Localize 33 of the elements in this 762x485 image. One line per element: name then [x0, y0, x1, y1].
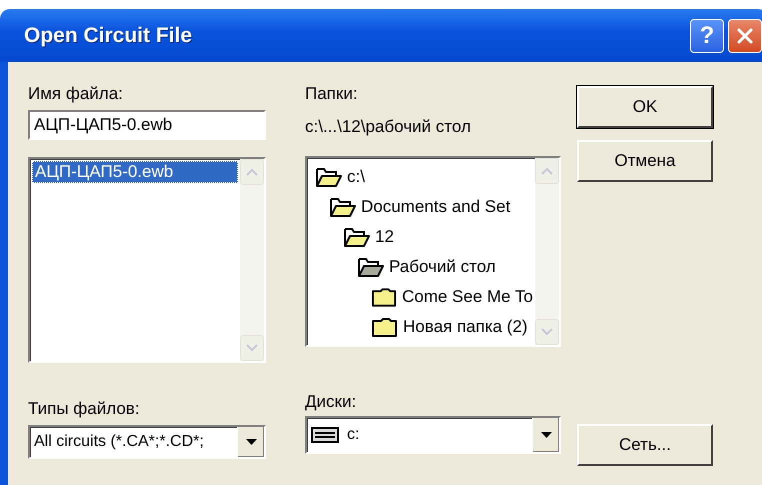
- folder-item[interactable]: Новая папка (2): [309, 312, 533, 342]
- drive-icon: [311, 427, 339, 443]
- folder-item[interactable]: c:\: [309, 162, 533, 192]
- folder-item[interactable]: Come See Me To: [309, 282, 533, 312]
- close-icon: [736, 26, 754, 44]
- dialog-button[interactable]: Сеть...: [577, 424, 713, 466]
- help-button[interactable]: ?: [690, 18, 724, 52]
- file-types-dropdown[interactable]: All circuits (*.CA*;*.CD*;: [28, 425, 266, 459]
- folder-name: 12: [375, 227, 394, 247]
- folder-item[interactable]: Documents and Set: [309, 192, 533, 222]
- folder-item[interactable]: 12: [309, 222, 533, 252]
- dropdown-arrow-icon: [246, 439, 256, 445]
- scrollbar[interactable]: [535, 158, 559, 345]
- folder-name: Come See Me To: [402, 287, 533, 307]
- field-label: Имя файла:: [28, 84, 124, 105]
- folder-item[interactable]: Рабочий стол: [309, 252, 533, 282]
- folder-name: Рабочий стол: [389, 257, 496, 277]
- dialog-button[interactable]: Отмена: [577, 140, 713, 182]
- file-list-item[interactable]: АЦП-ЦАП5-0.ewb: [32, 161, 238, 183]
- field-label: Диски:: [305, 392, 358, 413]
- field-label: Типы файлов:: [28, 399, 141, 420]
- folder-name: c:\: [347, 167, 365, 187]
- drives-dropdown[interactable]: c:: [305, 416, 561, 454]
- scrollbar[interactable]: [240, 159, 264, 361]
- field-label: Папки:: [305, 84, 359, 105]
- dropdown-arrow-icon: [540, 432, 552, 438]
- dialog-button[interactable]: OK: [577, 86, 713, 128]
- folder-name: Новая папка (2): [403, 317, 528, 337]
- file-name-field[interactable]: АЦП-ЦАП5-0.ewb: [28, 110, 266, 140]
- close-button[interactable]: [728, 18, 762, 52]
- folder-path: c:\...\12\рабочий стол: [305, 117, 472, 138]
- window-title: Open Circuit File: [24, 24, 194, 48]
- folder-name: Documents and Set: [361, 197, 510, 217]
